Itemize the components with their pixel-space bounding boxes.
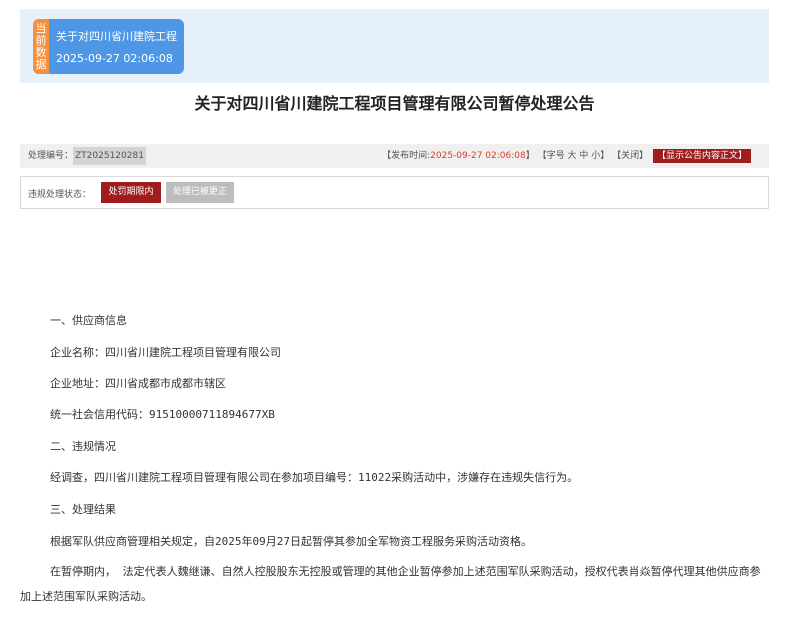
card-title: 关于对四川省川建院工程 <box>56 30 177 43</box>
status-row: 违规处理状态： 处罚期限内 处理已被更正 <box>20 176 769 209</box>
font-size-control[interactable]: 【字号 大 中 小】 <box>538 151 610 161</box>
section-supplier-title: 一、供应商信息 <box>50 314 127 327</box>
current-data-card[interactable]: 当前数据 关于对四川省川建院工程 2025-09-27 02:06:08 <box>33 19 184 74</box>
current-data-tag: 当前数据 <box>33 19 49 74</box>
publish-time: 2025-09-27 02:06:08 <box>430 151 526 161</box>
company-name: 企业名称：四川省川建院工程项目管理有限公司 <box>50 346 281 359</box>
status-active-button[interactable]: 处罚期限内 <box>101 182 161 203</box>
violation-text: 经调查，四川省川建院工程项目管理有限公司在参加项目编号：11022采购活动中，涉… <box>50 471 579 484</box>
record-id-label: 处理编号： <box>28 151 74 161</box>
publish-label: 【发布时间: <box>382 151 431 161</box>
record-id: 处理编号： ZT2025120281 <box>28 144 146 168</box>
section-result-title: 三、处理结果 <box>50 503 116 516</box>
meta-bar: 处理编号： ZT2025120281 【发布时间:2025-09-27 02:06… <box>20 144 769 168</box>
result-text-1: 根据军队供应商管理相关规定，自2025年09月27日起暂停其参加全军物资工程服务… <box>50 535 532 548</box>
record-id-value: ZT2025120281 <box>73 147 146 165</box>
top-banner: 当前数据 关于对四川省川建院工程 2025-09-27 02:06:08 <box>20 9 769 83</box>
publish-close: 】 <box>525 151 535 161</box>
close-link[interactable]: 【关闭】 <box>612 151 648 161</box>
status-inactive-button[interactable]: 处理已被更正 <box>166 182 234 203</box>
result-text-2: 在暂停期内， 法定代表人魏继谦、自然人控股股东无控股或管理的其他企业暂停参加上述… <box>20 565 761 603</box>
meta-actions: 【发布时间:2025-09-27 02:06:08】 【字号 大 中 小】 【关… <box>382 144 751 168</box>
status-label: 违规处理状态： <box>28 190 92 200</box>
show-content-button[interactable]: 【显示公告内容正文】 <box>652 149 751 163</box>
credit-code: 统一社会信用代码：91510000711894677XB <box>50 408 275 421</box>
company-address: 企业地址：四川省成都市成都市辖区 <box>50 377 226 390</box>
card-time: 2025-09-27 02:06:08 <box>56 52 173 65</box>
section-violation-title: 二、违规情况 <box>50 440 116 453</box>
page-title: 关于对四川省川建院工程项目管理有限公司暂停处理公告 <box>194 94 595 113</box>
